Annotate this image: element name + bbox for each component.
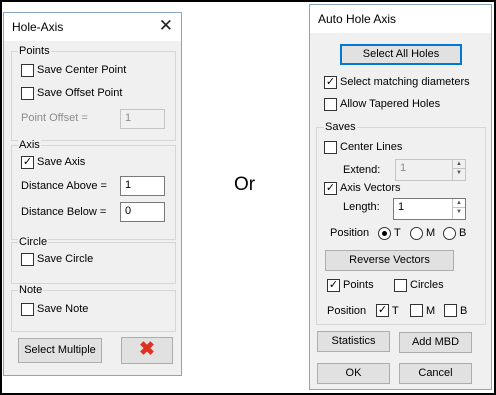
title-bar: Auto Hole Axis	[310, 5, 491, 33]
ok-button[interactable]: OK	[317, 363, 390, 384]
pos-b-checkbox[interactable]	[444, 304, 457, 317]
distance-above-label: Distance Above =	[21, 180, 107, 192]
select-all-holes-button[interactable]: Select All Holes	[340, 44, 462, 65]
add-mbd-button[interactable]: Add MBD	[399, 332, 472, 353]
save-note-checkbox[interactable]	[21, 303, 34, 316]
radio-selected-dot	[382, 231, 387, 236]
points-group-label: Points	[18, 45, 51, 57]
dialog-title: Auto Hole Axis	[318, 12, 397, 26]
points-checkbox[interactable]: ✓	[327, 279, 340, 292]
circle-group	[11, 242, 176, 284]
spin-up-icon[interactable]: ▲	[453, 160, 465, 169]
center-lines-label: Center Lines	[340, 141, 403, 153]
auto-hole-axis-dialog: Auto Hole Axis Select All Holes ✓ Select…	[309, 4, 492, 390]
note-group	[11, 290, 176, 332]
points-label: Points	[343, 279, 374, 291]
position-m-radio[interactable]	[410, 227, 423, 240]
save-circle-checkbox[interactable]	[21, 253, 34, 266]
position-label: Position	[330, 227, 370, 239]
select-multiple-button[interactable]: Select Multiple	[18, 338, 102, 363]
cancel-button[interactable]: Cancel	[399, 363, 472, 384]
dialog-title: Hole-Axis	[12, 20, 64, 34]
circle-group-label: Circle	[18, 236, 49, 248]
red-x-icon: ✖	[139, 339, 155, 360]
spin-down-icon[interactable]: ▼	[453, 208, 465, 217]
distance-below-label: Distance Below =	[21, 206, 107, 218]
point-offset-label: Point Offset =	[21, 112, 88, 124]
note-group-label: Note	[18, 284, 44, 296]
save-center-point-checkbox[interactable]	[21, 64, 34, 77]
hole-axis-dialog: Hole-Axis ✕ Points Save Center Point Sav…	[3, 12, 182, 376]
save-axis-label: Save Axis	[37, 156, 86, 168]
extend-label: Extend:	[343, 164, 381, 176]
spin-down-icon[interactable]: ▼	[453, 169, 465, 178]
center-lines-checkbox[interactable]	[324, 141, 337, 154]
axis-vectors-checkbox[interactable]: ✓	[324, 182, 337, 195]
circles-checkbox[interactable]	[394, 279, 407, 292]
position-b-radio[interactable]	[443, 227, 456, 240]
pos-m-checkbox[interactable]	[410, 304, 423, 317]
save-offset-point-label: Save Offset Point	[37, 87, 123, 99]
select-matching-label: Select matching diameters	[340, 76, 470, 88]
extend-spinner[interactable]: ▲ ▼	[452, 160, 465, 180]
length-label: Length:	[343, 201, 380, 213]
position-b-label: B	[459, 227, 467, 239]
save-axis-checkbox[interactable]: ✓	[21, 156, 34, 169]
save-note-label: Save Note	[37, 303, 89, 315]
allow-tapered-label: Allow Tapered Holes	[340, 98, 441, 110]
distance-below-input[interactable]: 0	[120, 202, 165, 222]
save-center-point-label: Save Center Point	[37, 64, 127, 76]
position-m-label: M	[426, 227, 436, 239]
distance-above-input[interactable]: 1	[120, 176, 165, 196]
position-t-label: T	[394, 227, 401, 239]
length-spinner[interactable]: ▲ ▼	[452, 199, 465, 219]
spin-up-icon[interactable]: ▲	[453, 199, 465, 208]
title-bar: Hole-Axis ✕	[4, 13, 181, 41]
pos-m-label: M	[426, 305, 436, 317]
or-text: Or	[234, 174, 256, 195]
saves-group-label: Saves	[324, 121, 357, 133]
pos-t-label: T	[392, 305, 399, 317]
statistics-button[interactable]: Statistics	[317, 331, 390, 352]
axis-group-label: Axis	[18, 139, 41, 151]
save-circle-label: Save Circle	[37, 253, 94, 265]
allow-tapered-checkbox[interactable]	[324, 98, 337, 111]
save-offset-point-checkbox[interactable]	[21, 87, 34, 100]
close-icon[interactable]: ✕	[159, 16, 173, 36]
cancel-button[interactable]: ✖	[121, 337, 173, 364]
select-matching-checkbox[interactable]: ✓	[324, 76, 337, 89]
pos-t-checkbox[interactable]: ✓	[376, 304, 389, 317]
circles-label: Circles	[410, 279, 444, 291]
point-offset-input[interactable]: 1	[120, 109, 165, 129]
axis-vectors-label: Axis Vectors	[340, 182, 401, 194]
pos-b-label: B	[460, 305, 468, 317]
position2-label: Position	[327, 305, 367, 317]
position-t-radio[interactable]	[378, 227, 391, 240]
saves-group	[316, 127, 486, 325]
reverse-vectors-button[interactable]: Reverse Vectors	[325, 250, 454, 271]
